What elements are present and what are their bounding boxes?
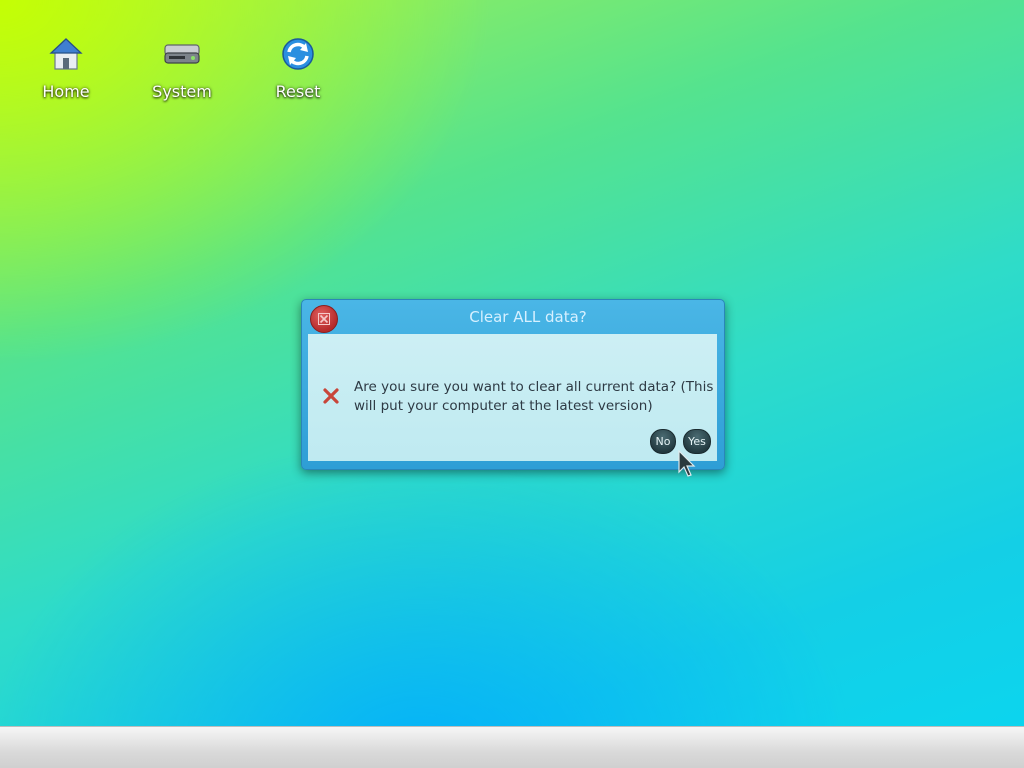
close-icon [318,313,330,325]
dialog-titlebar[interactable]: Clear ALL data? [302,300,724,334]
dialog-body: Are you sure you want to clear all curre… [308,334,717,461]
dialog-title: Clear ALL data? [469,308,587,326]
hard-drive-icon [162,34,202,74]
confirm-dialog: Clear ALL data? Are you sure you want to… [301,299,725,470]
desktop-icon-label: Reset [275,82,321,101]
desktop-icon-system[interactable]: System [134,34,230,114]
dialog-message: Are you sure you want to clear all curre… [354,379,714,414]
close-button[interactable] [310,305,338,333]
refresh-icon [278,34,318,74]
desktop-icon-reset[interactable]: Reset [250,34,346,114]
mouse-cursor-icon [678,449,698,478]
no-button[interactable]: No [650,429,676,454]
desktop-icon-home[interactable]: Home [18,34,114,114]
error-x-icon [322,387,340,405]
taskbar [0,726,1024,768]
desktop-icon-label: System [152,82,212,101]
desktop-icon-label: Home [42,82,90,101]
home-icon [46,34,86,74]
